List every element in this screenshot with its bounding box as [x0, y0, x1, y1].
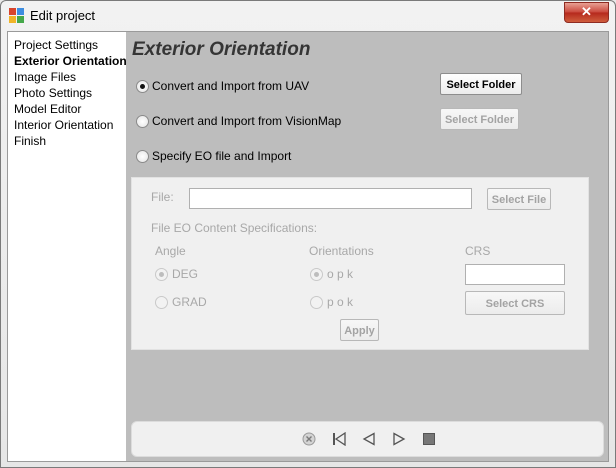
crs-header: CRS [465, 244, 491, 258]
step-finish[interactable]: Finish [14, 134, 46, 148]
angle-header: Angle [155, 244, 186, 258]
orientation-opk-radio[interactable] [310, 268, 323, 281]
visionmap-import-label[interactable]: Convert and Import from VisionMap [152, 114, 341, 128]
cancel-icon[interactable] [302, 432, 316, 446]
previous-step-icon[interactable] [362, 432, 376, 446]
visionmap-select-folder-button[interactable]: Select Folder [440, 108, 519, 130]
page-title: Exterior Orientation [132, 39, 311, 60]
step-exterior-orientation[interactable]: Exterior Orientation [14, 54, 127, 68]
select-crs-button[interactable]: Select CRS [465, 291, 565, 315]
step-image-files[interactable]: Image Files [14, 70, 76, 84]
file-label: File: [151, 190, 174, 204]
uav-import-label[interactable]: Convert and Import from UAV [152, 79, 309, 93]
select-file-button[interactable]: Select File [487, 188, 551, 210]
angle-deg-label[interactable]: DEG [172, 267, 198, 281]
orientation-opk-label[interactable]: o p k [327, 267, 353, 281]
apply-button[interactable]: Apply [340, 319, 379, 341]
step-interior-orientation[interactable]: Interior Orientation [14, 118, 113, 132]
next-step-icon[interactable] [392, 432, 406, 446]
step-model-editor[interactable]: Model Editor [14, 102, 81, 116]
first-step-icon[interactable] [332, 432, 346, 446]
visionmap-import-radio[interactable] [136, 115, 149, 128]
angle-grad-label[interactable]: GRAD [172, 295, 207, 309]
stop-icon[interactable] [422, 432, 436, 446]
wizard-body: Project Settings Exterior Orientation Im… [7, 31, 609, 462]
orientation-pok-radio[interactable] [310, 296, 323, 309]
uav-import-radio[interactable] [136, 80, 149, 93]
close-button[interactable]: ✕ [564, 2, 609, 23]
eo-file-import-radio[interactable] [136, 150, 149, 163]
window-title: Edit project [30, 8, 96, 23]
title-bar: Edit project ✕ [1, 1, 615, 31]
wizard-navigation-bar [131, 421, 604, 457]
eo-file-import-label[interactable]: Specify EO file and Import [152, 149, 291, 163]
edit-project-window: Edit project ✕ Project Settings Exterior… [0, 0, 616, 468]
step-photo-settings[interactable]: Photo Settings [14, 86, 92, 100]
uav-select-folder-button[interactable]: Select Folder [440, 73, 522, 95]
content-spec-label: File EO Content Specifications: [151, 221, 318, 235]
step-project-settings[interactable]: Project Settings [14, 38, 98, 52]
crs-input[interactable] [465, 264, 565, 285]
orientations-header: Orientations [309, 244, 374, 258]
main-panel: Exterior Orientation Convert and Import … [126, 32, 608, 461]
file-path-input[interactable] [189, 188, 472, 209]
angle-grad-radio[interactable] [155, 296, 168, 309]
app-icon [9, 8, 24, 23]
orientation-pok-label[interactable]: p o k [327, 295, 353, 309]
step-sidebar: Project Settings Exterior Orientation Im… [8, 32, 127, 461]
angle-deg-radio[interactable] [155, 268, 168, 281]
eo-file-settings-group: File: Select File File EO Content Specif… [131, 177, 589, 350]
